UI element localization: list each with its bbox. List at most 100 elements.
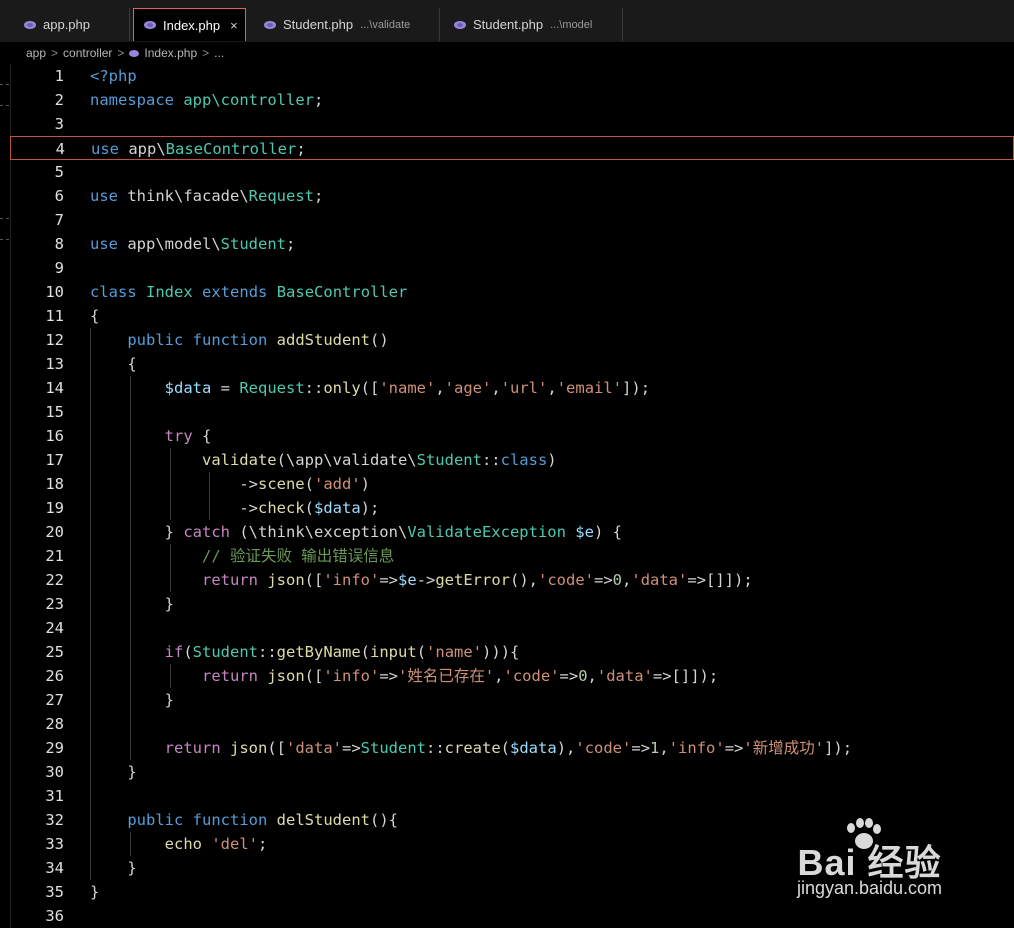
code-token: validate [201,451,277,469]
code-line[interactable]: 26 return json(['info'=>'姓名已存在','code'=>… [10,664,1014,688]
code-line[interactable]: 25 if(Student::getByName(input('name')))… [10,640,1014,664]
breadcrumb-item-controller[interactable]: controller [63,46,112,60]
breadcrumb-item-file[interactable]: Index.php [144,46,197,60]
code-line[interactable]: 3 [10,112,1014,136]
code-token: ([ [267,739,286,757]
line-number: 5 [54,163,64,181]
code-token: 0 [578,667,588,685]
breadcrumb-item-symbol[interactable]: ... [214,46,224,60]
code-text: } [90,592,174,616]
code-line[interactable]: 23 } [10,592,1014,616]
code-text: return json(['info'=>'姓名已存在','code'=>0,'… [90,664,718,688]
code-line[interactable]: 31 [10,784,1014,808]
code-token: 'url' [500,379,548,397]
breadcrumb-separator: > [202,46,210,60]
tab-student-validate[interactable]: Student.php ...\validate [250,8,440,41]
code-token: , [494,667,504,685]
code-line[interactable]: 36 [10,904,1014,928]
code-line[interactable]: 8 use app\model\Student; [10,232,1014,256]
code-line[interactable]: 29 return json(['data'=>Student::create(… [10,736,1014,760]
code-token: ( [304,499,314,517]
code-line[interactable]: 17 validate(\app\validate\Student::class… [10,448,1014,472]
code-token: 'code' [538,571,594,589]
line-number: 36 [45,907,64,925]
code-token: 'age' [444,379,492,397]
code-line[interactable]: 1 <?php [10,64,1014,88]
tab-label: Student.php [283,17,354,32]
code-token: ]); [824,739,853,757]
line-number: 25 [45,643,64,661]
code-text: $data = Request::only(['name','age','url… [90,376,650,400]
breadcrumb-separator: > [117,46,125,60]
code-line[interactable]: 13 { [10,352,1014,376]
code-token: ; [314,91,324,109]
tab-label: Student.php [473,17,544,32]
line-number: 19 [45,499,64,517]
code-line[interactable]: 7 [10,208,1014,232]
code-line[interactable]: 10 class Index extends BaseController [10,280,1014,304]
code-line[interactable]: 20 } catch (\think\exception\ValidateExc… [10,520,1014,544]
code-token: '姓名已存在' [398,667,495,685]
code-token: ; [296,140,306,158]
code-token: ), [556,739,576,757]
tab-index-php[interactable]: Index.php × [133,8,246,41]
line-number: 9 [54,259,64,277]
code-token: () [370,331,389,349]
line-number: 34 [45,859,64,877]
code-token: } [90,523,184,541]
code-token: =>[]]); [687,571,753,589]
code-line[interactable]: 24 [10,616,1014,640]
editor-tab-bar: app.php Index.php × Student.php ...\vali… [0,0,1014,43]
code-line[interactable]: 27 } [10,688,1014,712]
code-line[interactable]: 30 } [10,760,1014,784]
code-line[interactable]: 15 [10,400,1014,424]
code-token: ; [285,235,296,253]
tab-student-model[interactable]: Student.php ...\model [440,8,623,41]
code-token: 'info' [668,739,725,757]
code-line[interactable]: 19 ->check($data); [10,496,1014,520]
code-token: <?php [90,67,137,85]
code-token: return [164,739,221,757]
code-token: } [90,883,100,901]
code-text: } [90,880,99,904]
code-line[interactable]: 21 // 验证失败 输出错误信息 [10,544,1014,568]
code-line[interactable]: 18 ->scene('add') [10,472,1014,496]
code-token: $data [510,739,557,757]
code-line[interactable]: 9 [10,256,1014,280]
code-line[interactable]: 2 namespace app\controller; [10,88,1014,112]
code-editor[interactable]: 1 <?php 2 namespace app\controller; 3 4 use ap… [10,64,1014,928]
code-line[interactable]: 14 $data = Request::only(['name','age','… [10,376,1014,400]
code-line[interactable]: 28 [10,712,1014,736]
line-number: 33 [45,835,64,853]
line-number: 11 [45,307,64,325]
code-token: use [90,187,118,205]
code-line[interactable]: 12 public function addStudent() [10,328,1014,352]
code-token: ) { [593,523,622,541]
code-token: =>[]]); [652,667,719,685]
code-text: { [90,352,136,376]
code-token: class [500,451,548,469]
breadcrumb-item-app[interactable]: app [26,46,46,60]
code-line[interactable]: 11 { [10,304,1014,328]
code-token: use [90,235,118,253]
line-number: 12 [45,331,64,349]
line-number: 23 [45,595,64,613]
php-file-icon [144,21,156,29]
close-icon[interactable]: × [230,18,238,33]
code-line[interactable]: 22 return json(['info'=>$e->getError(),'… [10,568,1014,592]
code-token: ) [360,475,371,493]
code-line[interactable]: 4 use app\BaseController; [10,136,1014,160]
line-number: 26 [45,667,64,685]
code-token: only [323,379,361,397]
tab-app-php[interactable]: app.php [10,8,130,41]
line-number: 14 [45,379,64,397]
code-line[interactable]: 16 try { [10,424,1014,448]
code-token: } [90,763,137,781]
code-token: class [90,283,137,301]
code-line[interactable]: 6 use think\facade\Request; [10,184,1014,208]
code-line[interactable]: 5 [10,160,1014,184]
